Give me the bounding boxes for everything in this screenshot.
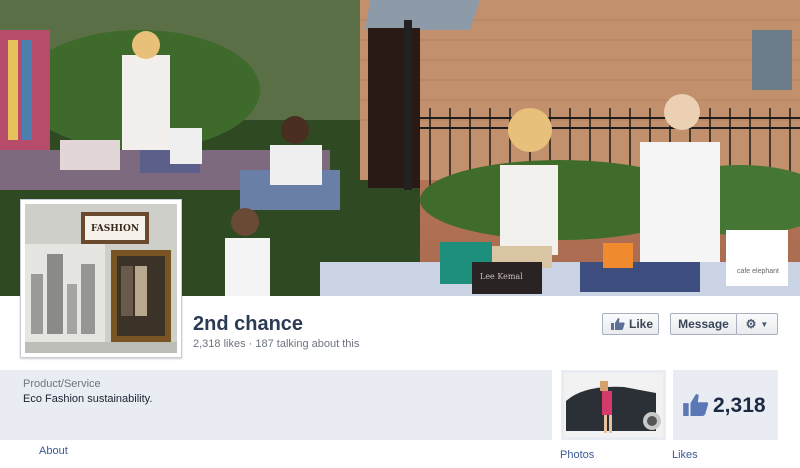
thumbs-up-icon	[611, 318, 625, 330]
message-button[interactable]: Message	[670, 313, 737, 335]
page-category: Product/Service	[23, 378, 101, 390]
gear-icon: ⚙	[745, 317, 757, 331]
like-button-label: Like	[629, 317, 654, 331]
chevron-down-icon: ▼	[760, 319, 769, 329]
cover-box-label: cafe elephant	[736, 268, 780, 275]
likes-count: 2,318	[713, 394, 766, 417]
tab-about[interactable]: About	[39, 445, 68, 457]
page-stats: 2,318 likes · 187 talking about this	[193, 338, 360, 350]
message-button-label: Message	[678, 317, 729, 331]
tab-likes[interactable]: Likes	[672, 449, 698, 461]
tab-photos[interactable]: Photos	[560, 449, 594, 461]
photos-thumbnail	[564, 373, 663, 437]
profile-picture-image: FASHION	[25, 204, 177, 353]
photos-tile[interactable]	[561, 370, 666, 440]
thumbs-up-icon	[683, 394, 709, 421]
profile-sign-text: FASHION	[90, 224, 140, 234]
settings-button[interactable]: ⚙ ▼	[736, 313, 778, 335]
cover-bag-label: Lee Kemal	[480, 272, 523, 281]
like-button[interactable]: Like	[602, 313, 659, 335]
page-title[interactable]: 2nd chance	[193, 313, 303, 336]
profile-picture[interactable]: FASHION	[20, 199, 182, 358]
page-description: Eco Fashion sustainability.	[23, 393, 153, 405]
